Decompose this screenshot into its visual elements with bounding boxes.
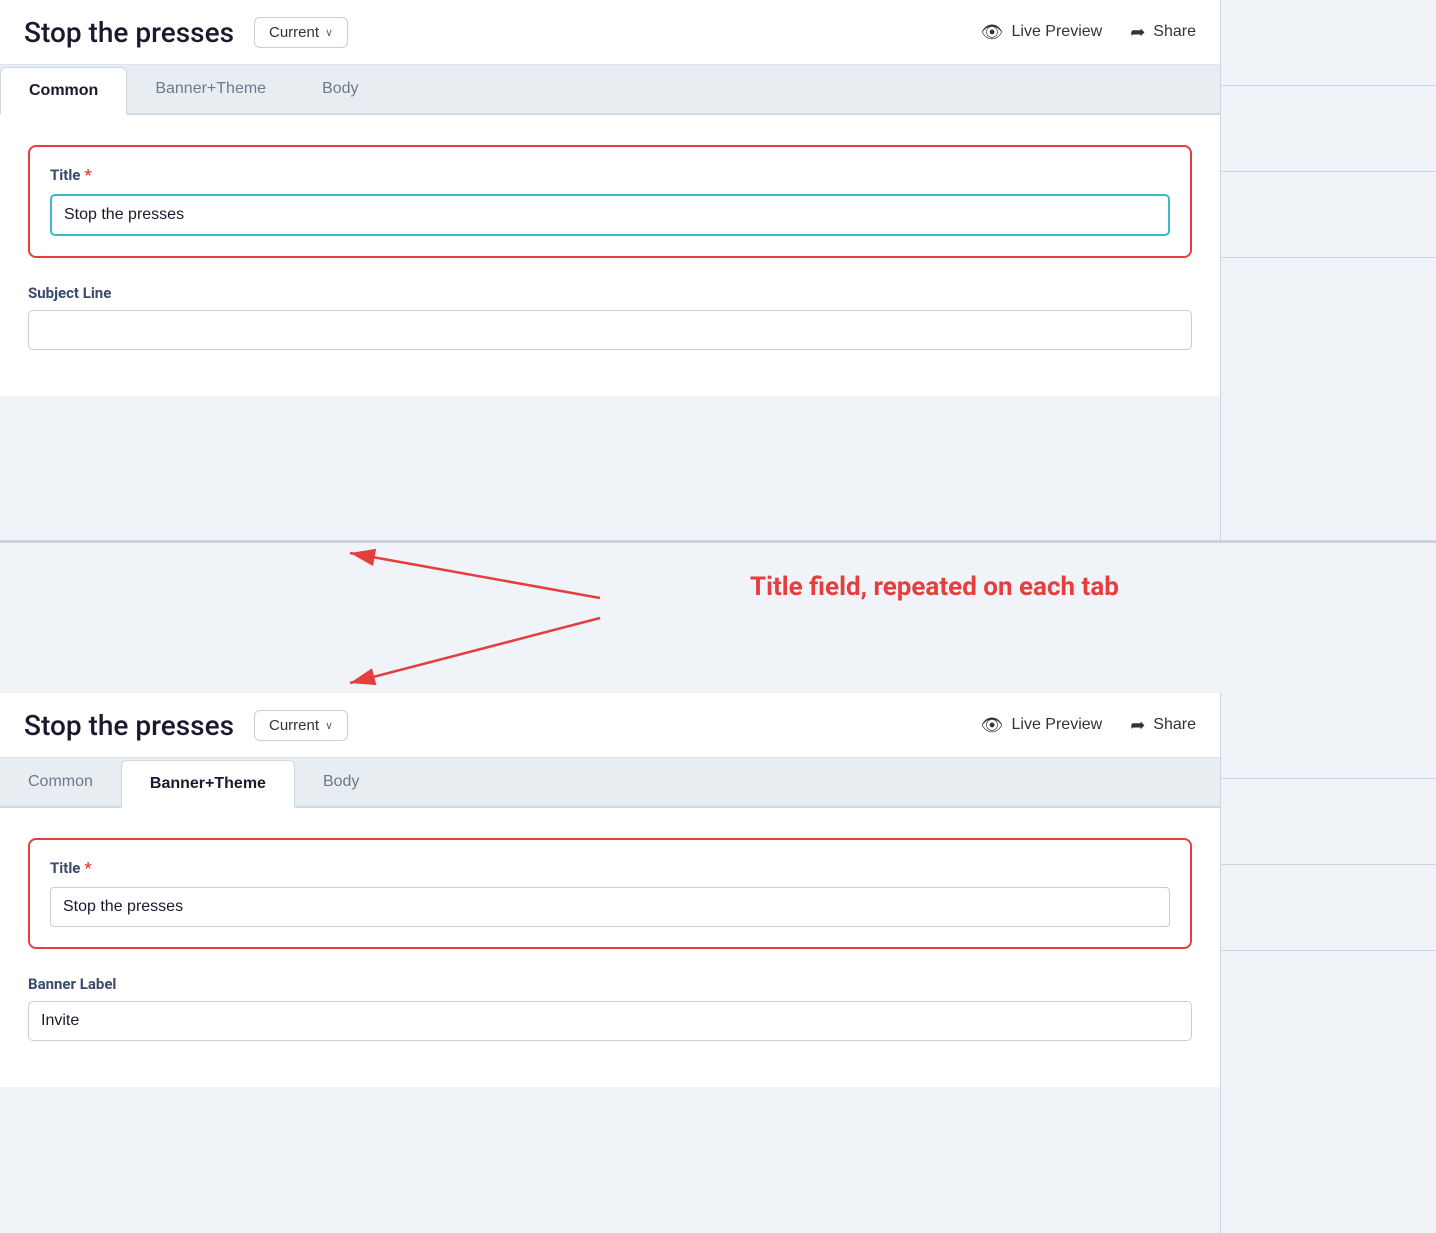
top-panel-row: Stop the presses Current ∨ 👁 Live Previe…	[0, 0, 1436, 540]
share-icon: ➦	[1130, 22, 1145, 43]
title-field-group-top: Title *	[28, 145, 1192, 258]
required-star-bottom: *	[84, 858, 91, 877]
top-side-item-1	[1221, 0, 1436, 86]
bottom-side-item-1	[1221, 693, 1436, 779]
bottom-share-button[interactable]: ➦ Share	[1130, 715, 1196, 736]
bottom-eye-icon: 👁	[981, 715, 1004, 736]
banner-label: Banner Label	[28, 975, 1192, 993]
banner-input[interactable]	[28, 1001, 1192, 1041]
share-button[interactable]: ➦ Share	[1130, 22, 1196, 43]
top-side-panel	[1220, 0, 1436, 540]
title-input-bottom[interactable]	[50, 887, 1170, 927]
tab-body-top[interactable]: Body	[294, 65, 386, 113]
bottom-panel-main: Stop the presses Current ∨ 👁 Live Previe…	[0, 693, 1220, 1233]
title-field-group-bottom: Title *	[28, 838, 1192, 949]
bottom-share-label: Share	[1153, 716, 1196, 734]
tab-common-bottom[interactable]: Common	[0, 758, 121, 806]
top-side-item-2	[1221, 86, 1436, 172]
bottom-header-actions: 👁 Live Preview ➦ Share	[981, 715, 1196, 736]
bottom-version-label: Current	[269, 717, 319, 734]
page-title: Stop the presses	[24, 16, 234, 49]
version-dropdown[interactable]: Current ∨	[254, 17, 348, 48]
bottom-side-panel	[1220, 693, 1436, 1233]
bottom-tabs-bar: Common Banner+Theme Body	[0, 758, 1220, 808]
tab-banner-theme-bottom[interactable]: Banner+Theme	[121, 760, 295, 808]
bottom-panel-row: Stop the presses Current ∨ 👁 Live Previe…	[0, 693, 1436, 1233]
title-input-top[interactable]	[50, 194, 1170, 236]
banner-label-group: Banner Label	[28, 975, 1192, 1041]
share-label: Share	[1153, 23, 1196, 41]
top-side-item-3	[1221, 172, 1436, 258]
bottom-side-item-3	[1221, 865, 1436, 951]
header-actions: 👁 Live Preview ➦ Share	[981, 22, 1196, 43]
title-label-top: Title *	[50, 165, 1170, 184]
bottom-content: Title * Banner Label	[0, 808, 1220, 1087]
chevron-down-icon: ∨	[325, 26, 333, 39]
bottom-side-item-2	[1221, 779, 1436, 865]
annotation-arrow-svg	[0, 543, 1220, 693]
eye-icon: 👁	[981, 22, 1004, 43]
tab-banner-theme-top[interactable]: Banner+Theme	[127, 65, 294, 113]
live-preview-button[interactable]: 👁 Live Preview	[981, 22, 1103, 43]
top-header: Stop the presses Current ∨ 👁 Live Previe…	[0, 0, 1220, 65]
top-tabs-bar: Common Banner+Theme Body	[0, 65, 1220, 115]
top-panel: Stop the presses Current ∨ 👁 Live Previe…	[0, 0, 1436, 543]
subject-label: Subject Line	[28, 284, 1192, 302]
annotation-area: Title field, repeated on each tab	[0, 543, 1220, 693]
bottom-live-preview-button[interactable]: 👁 Live Preview	[981, 715, 1103, 736]
bottom-share-icon: ➦	[1130, 715, 1145, 736]
annotation-text: Title field, repeated on each tab	[750, 571, 1210, 604]
bottom-page-title: Stop the presses	[24, 709, 234, 742]
bottom-header: Stop the presses Current ∨ 👁 Live Previe…	[0, 693, 1220, 758]
bottom-live-preview-label: Live Preview	[1012, 716, 1103, 734]
version-label: Current	[269, 24, 319, 41]
title-label-bottom: Title *	[50, 858, 1170, 877]
bottom-version-dropdown[interactable]: Current ∨	[254, 710, 348, 741]
tab-body-bottom[interactable]: Body	[295, 758, 387, 806]
subject-input[interactable]	[28, 310, 1192, 350]
live-preview-label: Live Preview	[1012, 23, 1103, 41]
subject-group-top: Subject Line	[28, 284, 1192, 350]
top-content: Title * Subject Line	[0, 115, 1220, 396]
bottom-chevron-down-icon: ∨	[325, 719, 333, 732]
required-star-top: *	[84, 165, 91, 184]
tab-common-top[interactable]: Common	[0, 67, 127, 115]
top-panel-main: Stop the presses Current ∨ 👁 Live Previe…	[0, 0, 1220, 540]
bottom-panel: Stop the presses Current ∨ 👁 Live Previe…	[0, 693, 1436, 1233]
